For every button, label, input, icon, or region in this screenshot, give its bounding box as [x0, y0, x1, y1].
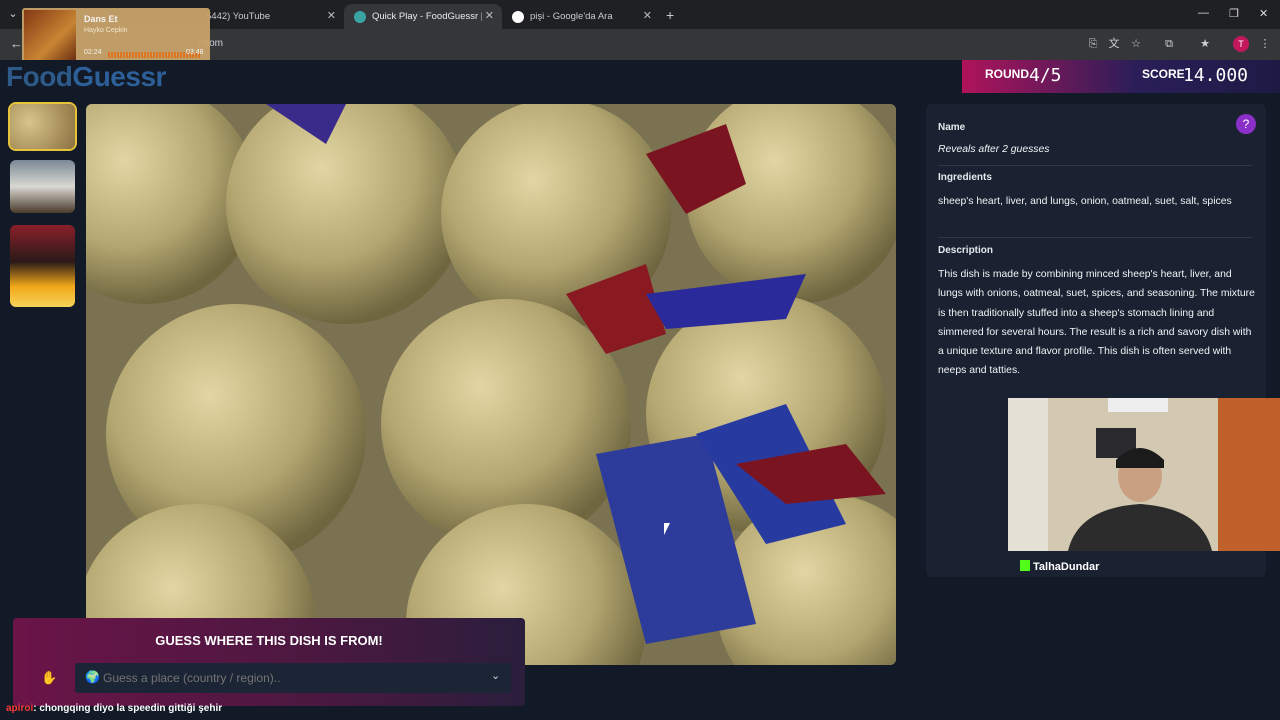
name-heading: Name [938, 122, 966, 133]
close-icon[interactable]: ✕ [327, 9, 336, 22]
music-overlay: Dans Et Hayko Cepkin 02:24 03:48 [22, 8, 210, 64]
tab-youtube[interactable]: 5442) YouTube ✕ [196, 4, 344, 29]
song-title: Dans Et [84, 14, 118, 24]
chevron-down-icon[interactable]: ⌄ [491, 669, 500, 682]
score-value: 14.000 [1183, 65, 1249, 86]
chat-message: apiroi: chongqing diyo la speedin gittiğ… [6, 703, 222, 714]
minimize-icon[interactable]: — [1198, 7, 1209, 19]
globe-icon [354, 10, 366, 23]
restore-icon[interactable]: ❐ [1229, 7, 1239, 20]
guess-panel: GUESS WHERE THIS DISH IS FROM! ✋ 🌍 ⌄ [13, 618, 525, 706]
elapsed-time: 02:24 [84, 49, 102, 56]
guess-prompt: GUESS WHERE THIS DISH IS FROM! [155, 633, 383, 648]
tab-search-icon[interactable]: ⌄ [6, 7, 20, 21]
score-label: SCORE [1142, 67, 1185, 81]
menu-dots-icon[interactable]: ⋮ [1258, 37, 1272, 51]
divider [938, 165, 1252, 166]
dish-photo[interactable] [86, 104, 896, 665]
description-value: This dish is made by combining minced sh… [938, 269, 1255, 377]
image-thumbnail-2[interactable] [10, 160, 75, 213]
ingredients-value: sheep's heart, liver, and lungs, onion, … [938, 196, 1232, 207]
translate-icon[interactable]: 文 [1107, 37, 1121, 51]
google-icon [512, 10, 524, 23]
description-heading: Description [938, 245, 994, 256]
kick-logo-icon [1020, 560, 1030, 571]
streamer-name: TalhaDundar [1033, 561, 1100, 573]
round-label: ROUND [985, 67, 1029, 81]
hand-icon: ✋ [41, 670, 58, 685]
tab-label: Quick Play - FoodGuessr | Food [372, 11, 482, 22]
bookmarks-icon[interactable]: ★ [1198, 37, 1212, 51]
game-page: FoodGuessr ROUND 4/5 SCORE 14.000 ? Name… [0, 60, 1280, 720]
guess-input[interactable] [75, 663, 511, 693]
ingredients-heading: Ingredients [938, 172, 992, 183]
duration-time: 03:48 [186, 49, 204, 56]
album-art [24, 10, 76, 62]
new-tab-icon[interactable]: + [666, 7, 674, 23]
tab-label: 5442) YouTube [206, 11, 271, 22]
tab-foodguessr[interactable]: Quick Play - FoodGuessr | Food ✕ [344, 4, 502, 29]
chat-text: : chongqing diyo la speedin gittiği şehi… [33, 703, 223, 714]
globe-icon: 🌍 [85, 670, 100, 684]
haggis-image [86, 104, 896, 665]
webcam-overlay [1008, 398, 1280, 551]
foodguessr-logo[interactable]: FoodGuessr [6, 61, 166, 93]
profile-avatar[interactable]: T [1233, 36, 1249, 52]
window-close-icon[interactable]: ✕ [1259, 7, 1268, 20]
help-icon[interactable]: ? [1236, 114, 1256, 134]
scoreboard: ROUND 4/5 SCORE 14.000 [962, 60, 1280, 93]
name-value: Reveals after 2 guesses [938, 144, 1050, 155]
logo-part-guessr: Guessr [72, 61, 166, 92]
extensions-icon[interactable]: ⧉ [1162, 37, 1176, 51]
tab-google[interactable]: pişi - Google'da Ara ✕ [502, 4, 660, 29]
close-icon[interactable]: ✕ [643, 9, 652, 22]
install-icon[interactable]: ⎘ [1086, 37, 1100, 51]
close-icon[interactable]: ✕ [485, 9, 494, 22]
chat-username: apiroi [6, 703, 34, 714]
image-thumbnail-1[interactable] [8, 102, 77, 151]
logo-part-food: Food [6, 61, 73, 92]
webcam-feed [1008, 398, 1280, 551]
round-value: 4/5 [1029, 65, 1062, 86]
mouse-cursor [664, 523, 670, 535]
divider [938, 237, 1252, 238]
image-thumbnail-3[interactable] [10, 225, 75, 307]
bookmark-star-icon[interactable]: ☆ [1129, 37, 1143, 51]
tab-label: pişi - Google'da Ara [530, 11, 613, 22]
streamer-tag: TalhaDundar [1020, 560, 1099, 573]
song-artist: Hayko Cepkin [84, 27, 128, 34]
